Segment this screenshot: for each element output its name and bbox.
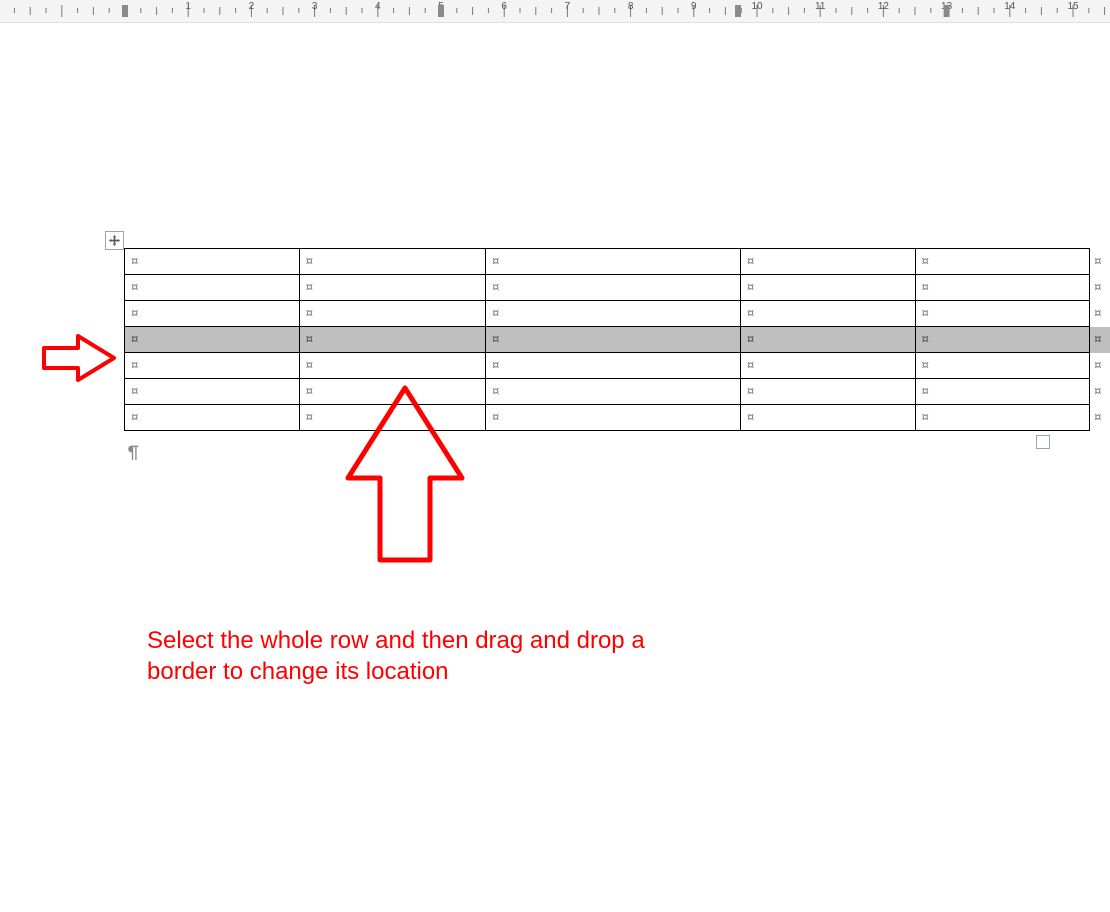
table-cell[interactable]: ¤ (125, 379, 300, 405)
table-cell[interactable]: ¤ (486, 327, 741, 353)
table-cell[interactable]: ¤ (299, 301, 485, 327)
table-cell[interactable]: ¤ (740, 353, 915, 379)
table-move-handle[interactable] (105, 231, 124, 250)
paragraph-mark: ¶ (128, 441, 139, 463)
svg-text:11: 11 (815, 1, 826, 12)
table-row[interactable]: ¤¤¤¤¤¤ (125, 275, 1110, 301)
table-cell[interactable]: ¤ (915, 353, 1090, 379)
svg-text:7: 7 (565, 1, 571, 12)
table-cell[interactable]: ¤ (299, 275, 485, 301)
row-end-marker: ¤ (1090, 275, 1110, 301)
table-row[interactable]: ¤¤¤¤¤¤ (125, 405, 1110, 431)
table-cell[interactable]: ¤ (125, 275, 300, 301)
table-cell[interactable]: ¤ (486, 275, 741, 301)
table-row[interactable]: ¤¤¤¤¤¤ (125, 327, 1110, 353)
row-end-marker: ¤ (1090, 405, 1110, 431)
table-cell[interactable]: ¤ (486, 353, 741, 379)
annotation-arrow-up-icon (340, 382, 470, 572)
svg-text:8: 8 (628, 1, 634, 12)
row-end-marker: ¤ (1090, 301, 1110, 327)
move-arrows-icon (108, 234, 121, 247)
table-cell[interactable]: ¤ (125, 301, 300, 327)
table-cell[interactable]: ¤ (740, 379, 915, 405)
table-cell[interactable]: ¤ (915, 301, 1090, 327)
table-cell[interactable]: ¤ (299, 249, 485, 275)
table-cell[interactable]: ¤ (915, 275, 1090, 301)
table-cell[interactable]: ¤ (125, 405, 300, 431)
document-table[interactable]: ¤¤¤¤¤¤¤¤¤¤¤¤¤¤¤¤¤¤¤¤¤¤¤¤¤¤¤¤¤¤¤¤¤¤¤¤¤¤¤¤… (124, 248, 1110, 431)
table-cell[interactable]: ¤ (299, 327, 485, 353)
table-cell[interactable]: ¤ (740, 275, 915, 301)
svg-text:9: 9 (691, 1, 697, 12)
table-row[interactable]: ¤¤¤¤¤¤ (125, 353, 1110, 379)
table-cell[interactable]: ¤ (915, 379, 1090, 405)
table-cell[interactable]: ¤ (486, 379, 741, 405)
annotation-line-1: Select the whole row and then drag and d… (147, 627, 645, 654)
svg-text:6: 6 (501, 1, 507, 12)
table-cell[interactable]: ¤ (915, 327, 1090, 353)
table-cell[interactable]: ¤ (125, 249, 300, 275)
table-cell[interactable]: ¤ (299, 353, 485, 379)
row-end-marker: ¤ (1090, 353, 1110, 379)
annotation-text: Select the whole row and then drag and d… (147, 625, 707, 687)
row-end-marker: ¤ (1090, 379, 1110, 405)
row-end-marker: ¤ (1090, 249, 1110, 275)
svg-text:12: 12 (878, 1, 890, 12)
table-resize-handle[interactable] (1036, 435, 1050, 449)
table-cell[interactable]: ¤ (740, 327, 915, 353)
svg-text:14: 14 (1004, 1, 1016, 12)
row-end-marker: ¤ (1090, 327, 1110, 353)
svg-text:4: 4 (375, 1, 381, 12)
table-cell[interactable]: ¤ (915, 249, 1090, 275)
table-cell[interactable]: ¤ (740, 405, 915, 431)
table-cell[interactable]: ¤ (915, 405, 1090, 431)
svg-text:2: 2 (249, 1, 255, 12)
table-cell[interactable]: ¤ (486, 301, 741, 327)
table-cell[interactable]: ¤ (740, 301, 915, 327)
svg-text:1: 1 (185, 1, 191, 12)
table-row[interactable]: ¤¤¤¤¤¤ (125, 301, 1110, 327)
document-page: ¤¤¤¤¤¤¤¤¤¤¤¤¤¤¤¤¤¤¤¤¤¤¤¤¤¤¤¤¤¤¤¤¤¤¤¤¤¤¤¤… (0, 60, 1110, 912)
annotation-arrow-right-icon (40, 330, 120, 386)
svg-text:10: 10 (751, 1, 763, 12)
table-cell[interactable]: ¤ (740, 249, 915, 275)
annotation-line-2: border to change its location (147, 658, 449, 685)
table-cell[interactable]: ¤ (125, 327, 300, 353)
svg-text:3: 3 (312, 1, 318, 12)
table-row[interactable]: ¤¤¤¤¤¤ (125, 249, 1110, 275)
table-cell[interactable]: ¤ (486, 405, 741, 431)
table-row[interactable]: ¤¤¤¤¤¤ (125, 379, 1110, 405)
table-cell[interactable]: ¤ (486, 249, 741, 275)
table-cell[interactable]: ¤ (125, 353, 300, 379)
svg-text:15: 15 (1067, 1, 1079, 12)
ruler-svg: 123456789101112131415 (0, 0, 1110, 26)
ruler-bar[interactable]: 123456789101112131415 (0, 0, 1110, 23)
